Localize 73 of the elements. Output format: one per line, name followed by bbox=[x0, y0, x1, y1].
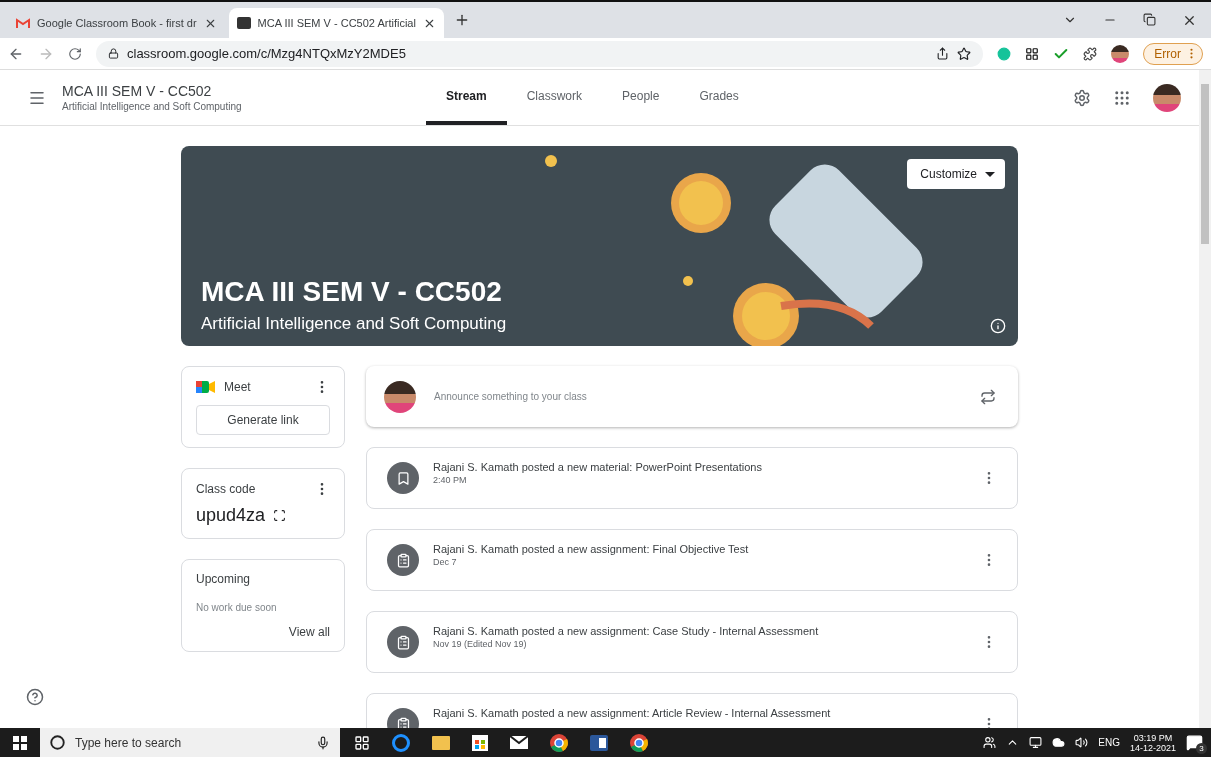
share-icon[interactable] bbox=[936, 47, 950, 60]
post-title: Rajani S. Kamath posted a new assignment: Case Study - Internal Assessment bbox=[433, 625, 820, 637]
post-title: Rajani S. Kamath posted a new assignment: Article Review - Internal Assessment bbox=[433, 707, 832, 719]
fullscreen-icon[interactable] bbox=[273, 509, 287, 522]
scrollbar[interactable] bbox=[1199, 70, 1211, 728]
post-card[interactable]: Rajani S. Kamath posted a new assignment: Final Objective Test Dec 7 bbox=[366, 529, 1018, 591]
lock-icon bbox=[108, 48, 119, 59]
repeat-icon[interactable] bbox=[980, 388, 996, 405]
class-code-label: Class code bbox=[196, 482, 257, 496]
people-icon[interactable] bbox=[983, 736, 997, 749]
profile-error-button[interactable]: Error bbox=[1143, 42, 1203, 65]
browser-tab[interactable]: Google Classroom Book - first dr bbox=[8, 8, 225, 38]
nav-tab[interactable]: Grades bbox=[679, 70, 759, 125]
grid-icon[interactable] bbox=[1025, 46, 1040, 61]
cloud-icon[interactable] bbox=[1052, 736, 1066, 749]
post-date: Nov 19 (Edited Nov 19) bbox=[433, 639, 528, 649]
restore-icon[interactable] bbox=[1143, 12, 1156, 26]
help-icon[interactable] bbox=[26, 688, 44, 706]
star-icon[interactable] bbox=[957, 46, 972, 61]
word-icon[interactable] bbox=[590, 734, 608, 751]
video-camera-icon bbox=[196, 380, 216, 394]
nav-tab[interactable]: People bbox=[602, 70, 680, 125]
view-all-link[interactable]: View all bbox=[288, 625, 330, 639]
language-indicator[interactable]: ENG bbox=[1098, 737, 1120, 748]
search-icon bbox=[50, 735, 65, 750]
book-icon bbox=[387, 462, 419, 494]
mail-icon bbox=[16, 17, 30, 29]
caret-icon bbox=[985, 171, 995, 177]
upcoming-title: Upcoming bbox=[196, 572, 252, 586]
volume-icon[interactable] bbox=[1075, 736, 1089, 749]
mail-icon[interactable] bbox=[510, 736, 528, 749]
taskbar-search[interactable]: Type here to search bbox=[40, 728, 340, 757]
class-code: upud4za bbox=[196, 505, 266, 526]
post-date: 2:40 PM bbox=[433, 475, 468, 485]
post-date: Dec 7 bbox=[433, 557, 458, 567]
chrome-icon[interactable] bbox=[550, 733, 568, 752]
settings-icon[interactable] bbox=[1073, 88, 1091, 107]
class-title: MCA III SEM V - CC502 bbox=[62, 83, 213, 99]
announce-placeholder: Announce something to your class bbox=[434, 391, 588, 402]
clipboard-icon bbox=[387, 626, 419, 658]
classroom-icon bbox=[236, 17, 251, 29]
nav-tab[interactable]: Classwork bbox=[506, 70, 603, 125]
reload-icon[interactable] bbox=[68, 46, 82, 61]
profile-avatar[interactable] bbox=[1111, 44, 1130, 63]
chrome-icon[interactable] bbox=[630, 733, 648, 752]
post-title: Rajani S. Kamath posted a new material: PowerPoint Presentations bbox=[433, 461, 763, 473]
post-card[interactable]: Rajani S. Kamath posted a new material: PowerPoint Presentations 2:40 PM bbox=[366, 447, 1018, 509]
edge-icon[interactable] bbox=[392, 733, 410, 752]
task-view-icon[interactable] bbox=[354, 734, 370, 751]
account-avatar[interactable] bbox=[1153, 83, 1181, 112]
apps-icon[interactable] bbox=[1113, 88, 1131, 107]
extensions-icon[interactable] bbox=[1083, 46, 1098, 61]
post-title: Rajani S. Kamath posted a new assignment: Final Objective Test bbox=[433, 543, 750, 555]
browser-tab[interactable]: MCA III SEM V - CC502 Artificial bbox=[228, 8, 444, 38]
nav-tab[interactable]: Stream bbox=[426, 70, 507, 125]
meet-title: Meet bbox=[224, 380, 252, 394]
post-card[interactable]: Rajani S. Kamath posted a new assignment: Case Study - Internal Assessment Nov 19 (Edited Nov 19) bbox=[366, 611, 1018, 673]
address-bar[interactable]: classroom.google.com/c/Mzg4NTQxMzY2MDE5 bbox=[96, 40, 984, 67]
info-icon[interactable] bbox=[990, 318, 1006, 334]
clipboard-icon bbox=[387, 544, 419, 576]
clock[interactable]: 03:19 PM 14-12-2021 bbox=[1129, 732, 1176, 753]
announce-box[interactable]: Announce something to your class bbox=[366, 366, 1018, 427]
folder-icon[interactable] bbox=[432, 735, 450, 750]
generate-link-button[interactable]: Generate link bbox=[196, 405, 330, 435]
mic-icon[interactable] bbox=[316, 735, 330, 750]
user-avatar bbox=[384, 380, 416, 413]
customize-button[interactable]: Customize bbox=[907, 159, 1005, 189]
no-work-text: No work due soon bbox=[196, 602, 278, 613]
banner-subtitle: Artificial Intelligence and Soft Computing bbox=[201, 314, 507, 334]
class-subtitle: Artificial Intelligence and Soft Computing bbox=[62, 101, 243, 112]
network-icon[interactable] bbox=[1029, 736, 1043, 749]
store-icon[interactable] bbox=[472, 734, 488, 751]
banner-title: MCA III SEM V - CC502 bbox=[201, 276, 502, 308]
